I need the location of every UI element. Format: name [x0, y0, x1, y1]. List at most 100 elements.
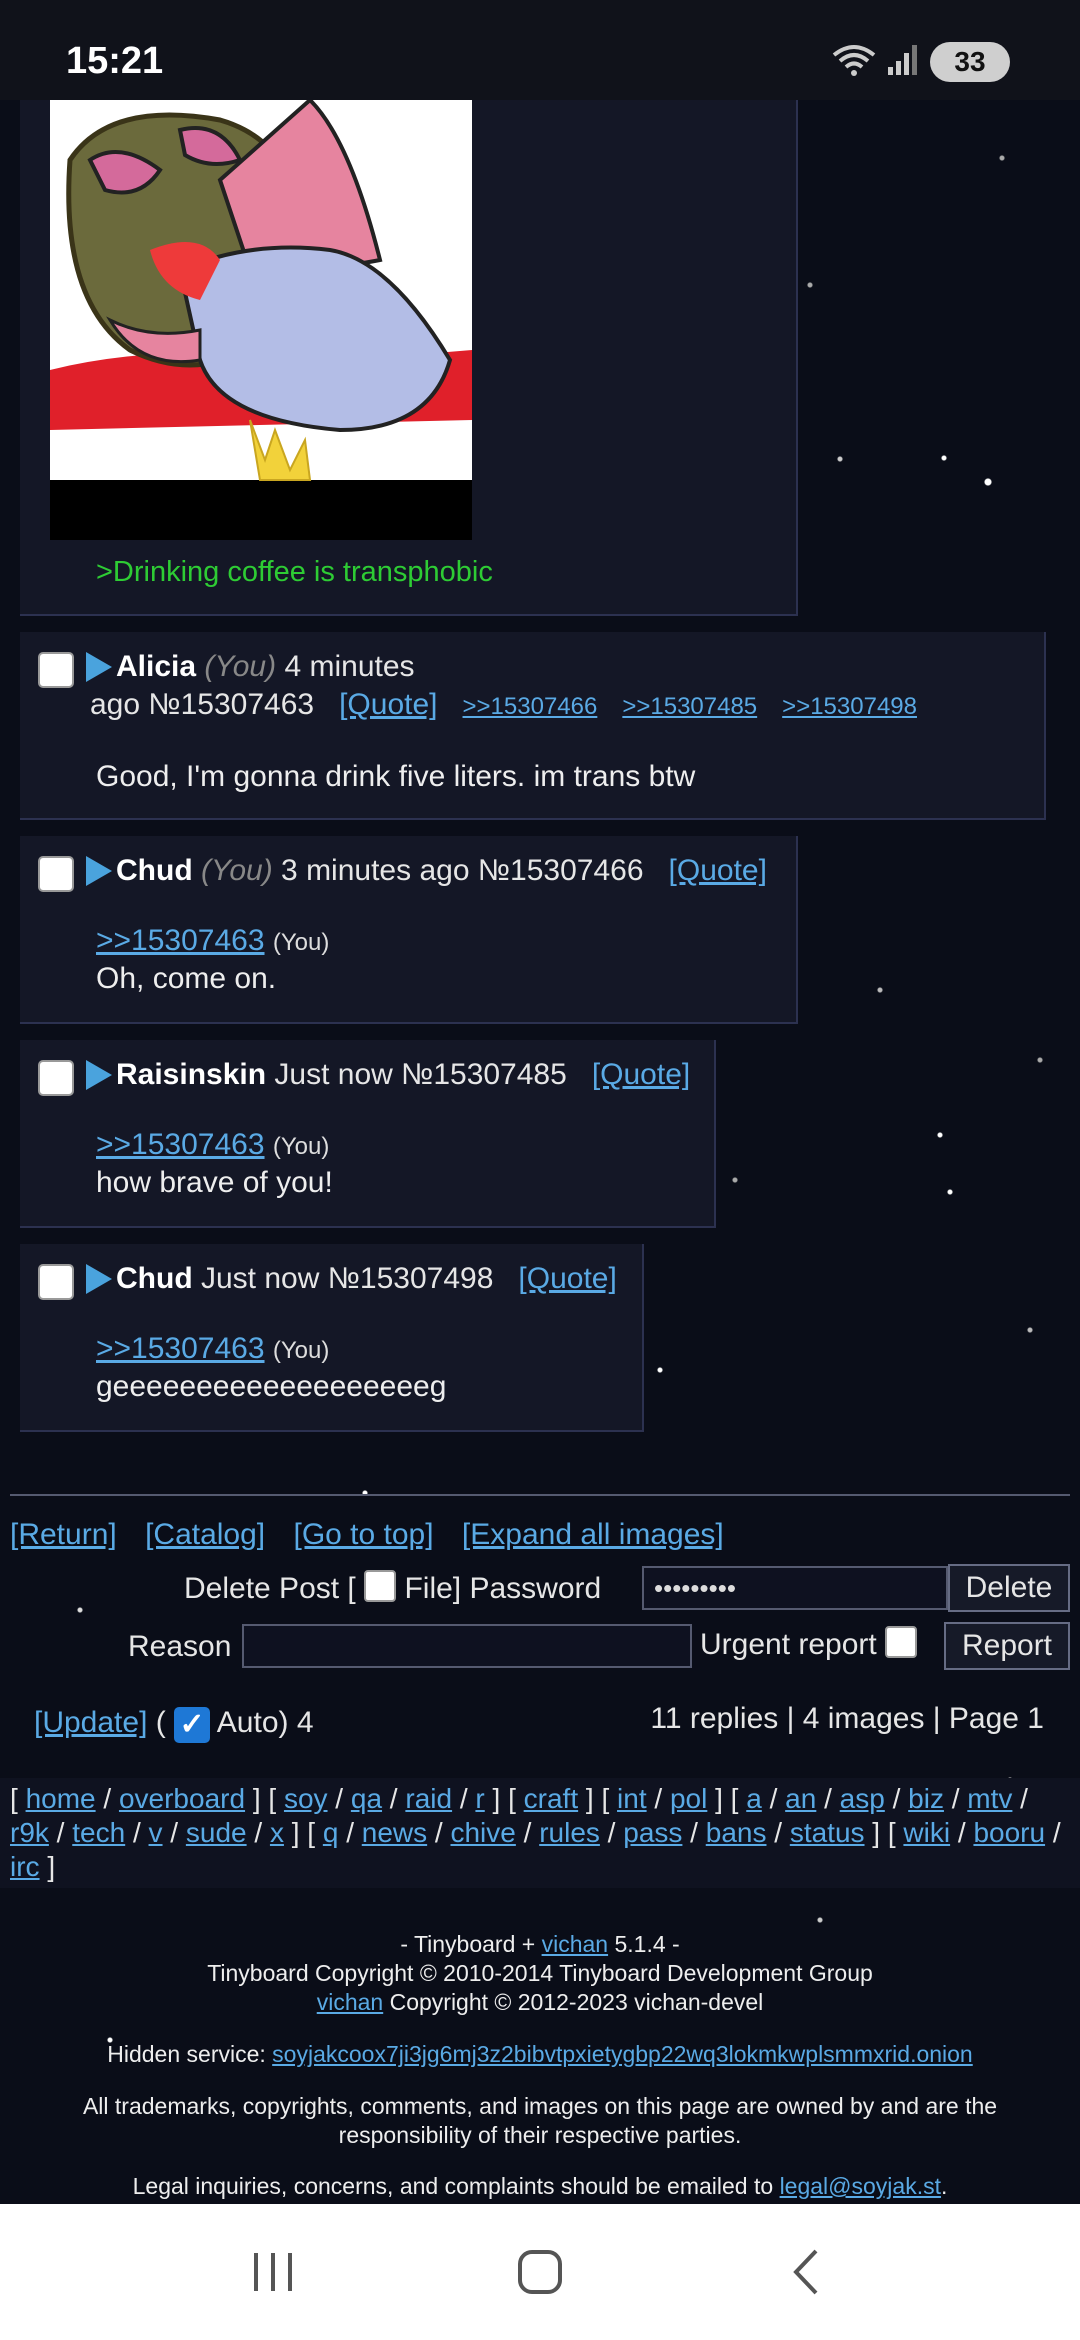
- post-select-checkbox[interactable]: [38, 1264, 74, 1300]
- legal-notice: Legal inquiries, concerns, and complaint…: [0, 2172, 1080, 2201]
- board-link[interactable]: r: [475, 1783, 484, 1814]
- reply-reference-link[interactable]: >>15307463: [96, 1332, 265, 1365]
- poster-name: Raisinskin: [116, 1058, 267, 1091]
- board-link[interactable]: overboard: [119, 1783, 245, 1814]
- file-only-checkbox[interactable]: [364, 1570, 397, 1602]
- system-nav-bar: [0, 2204, 1080, 2340]
- board-link[interactable]: irc: [10, 1851, 40, 1882]
- board-link[interactable]: q: [323, 1817, 339, 1848]
- post-select-checkbox[interactable]: [38, 1060, 74, 1096]
- hidden-service: Hidden service: soyjakcoox7ji3jg6mj3z2bi…: [0, 2040, 1080, 2069]
- expand-triangle-icon[interactable]: [86, 652, 112, 682]
- board-link[interactable]: int: [617, 1783, 647, 1814]
- footer-text: 5.1.4 -: [608, 1931, 680, 1957]
- board-link[interactable]: asp: [840, 1783, 885, 1814]
- board-link[interactable]: mtv: [967, 1783, 1012, 1814]
- post-number[interactable]: №15307485: [401, 1058, 567, 1091]
- update-link[interactable]: [Update]: [34, 1706, 147, 1739]
- board-link[interactable]: home: [26, 1783, 96, 1814]
- vichan-link[interactable]: vichan: [542, 1931, 608, 1957]
- post-body: geeeeeeeeeeeeeeeeeeeg: [96, 1370, 447, 1403]
- reply-post: Raisinskin Just now №15307485 [Quote] >>…: [20, 1040, 716, 1228]
- board-link[interactable]: x: [270, 1817, 284, 1848]
- post-body: Oh, come on.: [96, 962, 277, 995]
- board-link[interactable]: an: [785, 1783, 816, 1814]
- board-link[interactable]: biz: [908, 1783, 944, 1814]
- board-link[interactable]: bans: [706, 1817, 767, 1848]
- post-time: 4 minutes: [284, 650, 415, 683]
- recent-apps-button[interactable]: [233, 2232, 313, 2312]
- recent-apps-icon: [254, 2253, 293, 2291]
- board-link[interactable]: status: [790, 1817, 865, 1848]
- op-post: >Drinking coffee is transphobic: [20, 100, 798, 616]
- post-time: ago: [90, 688, 141, 721]
- go-to-top-link[interactable]: [Go to top]: [293, 1518, 433, 1551]
- post-select-checkbox[interactable]: [38, 856, 74, 892]
- expand-triangle-icon[interactable]: [86, 856, 112, 886]
- backlink[interactable]: >>15307498: [782, 693, 917, 720]
- backlink[interactable]: >>15307466: [463, 693, 598, 720]
- expand-triangle-icon[interactable]: [86, 1060, 112, 1090]
- open-paren: (: [155, 1706, 166, 1739]
- post-number[interactable]: №15307498: [328, 1262, 494, 1295]
- catalog-link[interactable]: [Catalog]: [145, 1518, 265, 1551]
- board-link[interactable]: booru: [973, 1817, 1045, 1848]
- urgent-report-label: Urgent report: [700, 1628, 877, 1661]
- password-field[interactable]: [642, 1566, 948, 1610]
- legal-email-link[interactable]: legal@soyjak.st: [780, 2173, 941, 2199]
- reply-reference-link[interactable]: >>15307463: [96, 1128, 265, 1161]
- board-link[interactable]: raid: [405, 1783, 452, 1814]
- board-link[interactable]: pass: [623, 1817, 682, 1848]
- board-link[interactable]: qa: [351, 1783, 382, 1814]
- footer-version: - Tinyboard + vichan 5.1.4 -: [0, 1930, 1080, 1959]
- quote-link[interactable]: [Quote]: [518, 1262, 616, 1295]
- quote-link[interactable]: [Quote]: [592, 1058, 690, 1091]
- board-link[interactable]: pol: [670, 1783, 707, 1814]
- hidden-service-label: Hidden service:: [107, 2041, 273, 2067]
- board-link[interactable]: craft: [524, 1783, 578, 1814]
- status-icons: 33: [832, 42, 1010, 82]
- board-link[interactable]: sude: [186, 1817, 247, 1848]
- board-link[interactable]: wiki: [903, 1817, 950, 1848]
- post-body: Good, I'm gonna drink five liters. im tr…: [96, 760, 696, 793]
- quote-link[interactable]: [Quote]: [339, 688, 437, 721]
- you-tag: (You): [272, 1133, 330, 1160]
- post-image[interactable]: [50, 100, 472, 540]
- quote-link[interactable]: [Quote]: [669, 854, 767, 887]
- footer-text: - Tinyboard +: [400, 1931, 542, 1957]
- board-link[interactable]: soy: [284, 1783, 328, 1814]
- home-button[interactable]: [500, 2232, 580, 2312]
- onion-link[interactable]: soyjakcoox7ji3jg6mj3z2bibvtpxietygbp22wq…: [272, 2041, 973, 2067]
- expand-images-link[interactable]: [Expand all images]: [462, 1518, 724, 1551]
- board-link[interactable]: chive: [450, 1817, 515, 1848]
- backlink[interactable]: >>15307485: [622, 693, 757, 720]
- post-select-checkbox[interactable]: [38, 652, 74, 688]
- urgent-report-checkbox[interactable]: [885, 1626, 918, 1658]
- post-body: how brave of you!: [96, 1166, 333, 1199]
- delete-button[interactable]: Delete: [948, 1564, 1070, 1612]
- report-button[interactable]: Report: [944, 1622, 1070, 1670]
- board-link[interactable]: tech: [72, 1817, 125, 1848]
- board-link[interactable]: news: [362, 1817, 427, 1848]
- post-number[interactable]: №15307466: [478, 854, 644, 887]
- board-link[interactable]: rules: [539, 1817, 600, 1848]
- back-button[interactable]: [767, 2232, 847, 2312]
- delete-post-label: Delete Post [: [184, 1572, 356, 1605]
- back-icon: [792, 2249, 818, 2295]
- reply-post: Alicia (You) 4 minutes ago №15307463 [Qu…: [20, 632, 1046, 820]
- reason-label: Reason: [128, 1630, 232, 1663]
- expand-triangle-icon[interactable]: [86, 1264, 112, 1294]
- status-bar: 15:21 33: [0, 0, 1080, 100]
- reason-input[interactable]: [242, 1624, 692, 1668]
- post-number[interactable]: №15307463: [148, 688, 314, 721]
- vichan-link[interactable]: vichan: [317, 1989, 383, 2015]
- board-link[interactable]: a: [746, 1783, 762, 1814]
- return-link[interactable]: [Return]: [10, 1518, 117, 1551]
- post-time: Just now: [200, 1262, 320, 1295]
- board-link[interactable]: v: [149, 1817, 163, 1848]
- auto-update-checkbox[interactable]: ✓: [174, 1707, 211, 1743]
- file-password-label: File] Password: [404, 1572, 602, 1605]
- urgent-report-row: Urgent report: [700, 1626, 918, 1662]
- reply-reference-link[interactable]: >>15307463: [96, 924, 265, 957]
- board-link[interactable]: r9k: [10, 1817, 49, 1848]
